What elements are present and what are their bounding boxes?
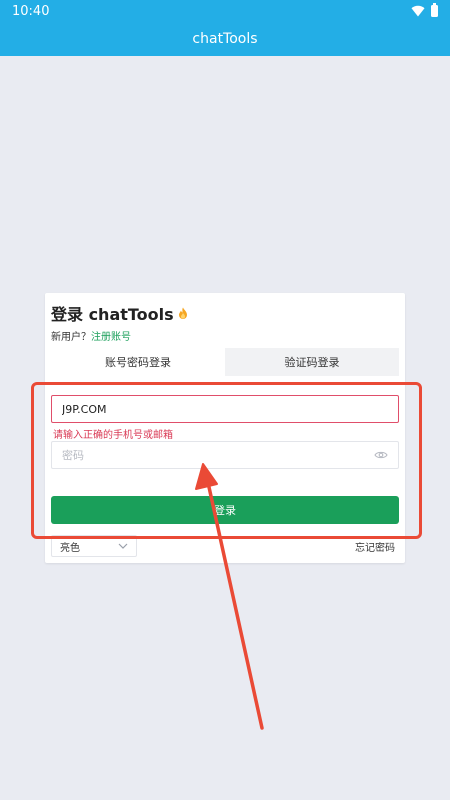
new-user-label: 新用户？ [51,332,91,343]
status-icons [411,3,438,17]
wifi-icon [411,5,425,17]
password-field[interactable] [51,441,399,469]
tab-code-login[interactable]: 验证码登录 [225,348,399,376]
tab-password-login[interactable]: 账号密码登录 [51,348,225,376]
account-input[interactable] [62,402,388,416]
app-title: chatTools [192,31,258,47]
new-user-row: 新用户？注册账号 [51,328,131,343]
register-link[interactable]: 注册账号 [91,332,131,343]
flame-icon [178,307,187,319]
app-bar: chatTools [0,22,450,56]
theme-select[interactable]: 亮色 [51,535,137,557]
password-input[interactable] [62,448,374,462]
login-title-row: 登录 chatTools [51,301,188,325]
login-button[interactable]: 登录 [51,496,399,524]
battery-icon [431,3,438,17]
eye-icon[interactable] [374,450,388,460]
login-tabs: 账号密码登录 验证码登录 [51,348,399,376]
status-time: 10:40 [12,3,50,19]
chevron-down-icon [118,543,128,549]
theme-select-value: 亮色 [60,542,80,554]
login-title: 登录 chatTools [51,305,174,324]
login-card: 登录 chatTools 新用户？注册账号 账号密码登录 验证码登录 请输入正确… [45,293,405,563]
account-error-message: 请输入正确的手机号或邮箱 [53,430,173,441]
status-bar: 10:40 [0,0,450,22]
forgot-password-link[interactable]: 忘记密码 [355,539,395,554]
account-field[interactable] [51,395,399,423]
